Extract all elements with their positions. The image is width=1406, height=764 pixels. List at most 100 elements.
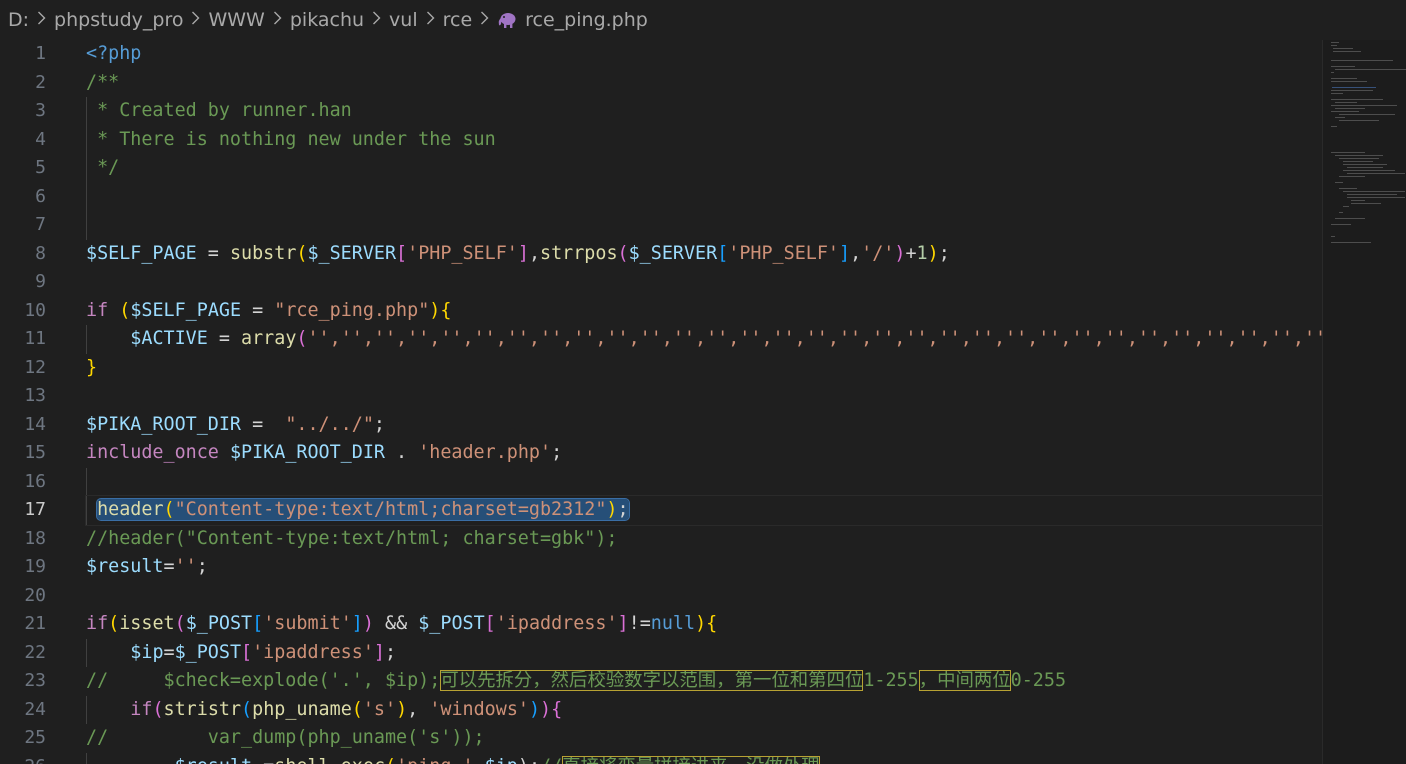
- code-line[interactable]: /**: [86, 69, 1322, 98]
- code-line[interactable]: // $check=explode('.', $ip);可以先拆分，然后校验数字…: [86, 667, 1322, 696]
- code-line[interactable]: $result='';: [86, 553, 1322, 582]
- code-line[interactable]: $PIKA_ROOT_DIR = "../../";: [86, 411, 1322, 440]
- line-number: 19: [24, 556, 46, 577]
- code-line[interactable]: $ip=$_POST['ipaddress'];: [86, 638, 1322, 667]
- code-line[interactable]: [86, 182, 1322, 211]
- minimap-line: [1335, 108, 1365, 109]
- operator-token: ;: [938, 242, 950, 264]
- code-line[interactable]: [86, 467, 1322, 496]
- minimap-line: [1335, 218, 1365, 219]
- minimap-line: [1331, 81, 1367, 82]
- indent-guide: [86, 211, 87, 240]
- code-line[interactable]: include_once $PIKA_ROOT_DIR . 'header.ph…: [86, 439, 1322, 468]
- code-line[interactable]: <?php: [86, 40, 1322, 69]
- chevron-right-icon: [426, 10, 435, 30]
- chevron-right-icon: [191, 10, 200, 30]
- doc-comment: */: [86, 157, 120, 178]
- line-number: 1: [35, 43, 46, 64]
- minimap-line: [1331, 42, 1339, 43]
- line-number: 10: [24, 299, 46, 321]
- bracket-token: (: [241, 698, 253, 720]
- code-line[interactable]: if(isset($_POST['submit']) && $_POST['ip…: [86, 610, 1322, 639]
- bracket-token: ): [429, 299, 441, 321]
- code-line[interactable]: $ACTIVE = array('','','','','','','','',…: [86, 325, 1322, 354]
- minimap[interactable]: [1322, 40, 1406, 764]
- code-line[interactable]: [86, 268, 1322, 297]
- breadcrumb-item-pikachu[interactable]: pikachu: [290, 9, 364, 31]
- minimap-line: [1343, 206, 1349, 207]
- doc-comment: * Created by runner.han: [86, 100, 352, 121]
- breadcrumb-item-vul[interactable]: vul: [389, 9, 418, 31]
- code-line[interactable]: * Created by runner.han: [86, 97, 1322, 126]
- breadcrumb-item-www[interactable]: WWW: [208, 9, 264, 31]
- minimap-line: [1331, 152, 1365, 153]
- code-line[interactable]: //header("Content-type:text/html; charse…: [86, 525, 1322, 554]
- line-number: 11: [24, 328, 46, 349]
- code-line[interactable]: [86, 211, 1322, 240]
- breadcrumb-item-rce[interactable]: rce: [443, 9, 473, 31]
- operator-token: =: [241, 299, 275, 321]
- code-line[interactable]: $result.=shell_exec('ping '.$ip);//直接将变量…: [86, 752, 1322, 764]
- comment-token: //: [540, 756, 562, 764]
- minimap-line: [1339, 212, 1343, 213]
- bracket-token: [: [484, 613, 496, 634]
- minimap-line: [1335, 182, 1343, 183]
- line-number: 4: [35, 128, 46, 150]
- line-number: 26: [0, 753, 46, 764]
- code-line[interactable]: * There is nothing new under the sun: [86, 125, 1322, 154]
- minimap-line: [1339, 176, 1365, 177]
- string-token: 'header.php': [418, 442, 552, 463]
- brace-token: {: [440, 299, 452, 321]
- minimap-line: [1335, 102, 1357, 103]
- comment-cjk-token: 直接将变量拼接进来，没做处理: [562, 755, 820, 764]
- code-area[interactable]: <?php /** * Created by runner.han * Ther…: [85, 40, 1322, 764]
- variable-token: $_POST: [418, 613, 485, 634]
- code-line[interactable]: if(stristr(php_uname('s'), 'windows')){: [86, 695, 1322, 724]
- indent-guide: [86, 496, 87, 525]
- function-token: isset: [119, 613, 175, 634]
- code-line[interactable]: // var_dump(php_uname('s'));: [86, 724, 1322, 753]
- bracket-token: (: [296, 242, 308, 264]
- string-token: 'ipaddress': [495, 613, 618, 634]
- variable-token: $SELF_PAGE: [86, 242, 197, 264]
- breadcrumb-item-phpstudy-pro[interactable]: phpstudy_pro: [54, 9, 183, 31]
- comment-token: // $check=explode('.', $ip);: [86, 670, 441, 691]
- code-line[interactable]: $SELF_PAGE = substr($_SERVER['PHP_SELF']…: [86, 240, 1322, 269]
- breadcrumb-item-drive[interactable]: D:: [8, 9, 29, 31]
- code-line[interactable]: if ($SELF_PAGE = "rce_ping.php"){: [86, 297, 1322, 326]
- bracket-token: ): [540, 698, 552, 720]
- minimap-line: [1331, 72, 1334, 73]
- line-number: 16: [24, 470, 46, 492]
- string-token: 'windows': [429, 698, 529, 720]
- operator-token: [219, 442, 230, 463]
- function-token: strrpos: [540, 242, 618, 264]
- minimap-line: [1347, 173, 1405, 174]
- bracket-token: [: [717, 242, 729, 264]
- operator-token: =: [163, 556, 175, 577]
- operator-token: =: [241, 413, 286, 435]
- breadcrumb-item-file[interactable]: rce_ping.php: [525, 9, 648, 31]
- constant-token: null: [650, 613, 696, 634]
- text-selection[interactable]: header("Content-type:text/html;charset=g…: [96, 498, 630, 521]
- code-line[interactable]: */: [86, 154, 1322, 183]
- operator-token: =: [196, 242, 230, 264]
- code-line-active[interactable]: header("Content-type:text/html;charset=g…: [85, 495, 1322, 526]
- code-line[interactable]: [86, 382, 1322, 411]
- minimap-line: [1331, 66, 1355, 67]
- php-elephant-icon: [497, 11, 517, 29]
- code-line[interactable]: }: [86, 354, 1322, 383]
- function-token: array: [241, 328, 297, 349]
- variable-token: $result: [175, 756, 253, 764]
- bracket-token: ]: [351, 613, 363, 634]
- operator-token: .: [474, 756, 485, 764]
- string-token: '/': [861, 242, 895, 264]
- code-line[interactable]: [86, 582, 1322, 611]
- minimap-line: [1343, 161, 1373, 162]
- variable-token: $ip: [130, 641, 164, 663]
- keyword-token: if: [86, 613, 109, 634]
- variable-token: $_POST: [174, 641, 242, 663]
- minimap-line: [1351, 203, 1381, 204]
- minimap-line: [1347, 167, 1383, 168]
- minimap-line: [1335, 117, 1345, 118]
- code-editor[interactable]: 1 2 3 4 5 6 7 8 9 10 11 12 13 14 15 16 1…: [0, 40, 1322, 764]
